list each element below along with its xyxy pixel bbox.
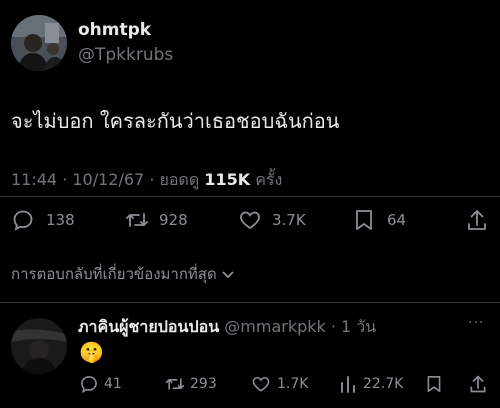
author-display-name[interactable]: ohmtpk — [78, 20, 151, 40]
bookmark-icon — [356, 210, 372, 230]
reply-views-button[interactable] — [339, 374, 357, 394]
reply-sort-label: การตอบกลับที่เกี่ยวข้องมากที่สุด — [11, 265, 217, 283]
chevron-down-icon — [221, 266, 235, 284]
reply-view-count: 22.7K — [363, 376, 404, 392]
bookmark-icon — [427, 375, 441, 392]
more-options-button[interactable]: ··· — [468, 315, 484, 331]
reply-icon — [13, 210, 33, 231]
reply-icon — [81, 376, 97, 394]
view-count: 115K — [204, 170, 251, 189]
reply-count: 138 — [46, 211, 75, 229]
reply-sort-dropdown[interactable]: การตอบกลับที่เกี่ยวข้องมากที่สุด — [11, 262, 235, 286]
reply-avatar[interactable] — [11, 318, 67, 374]
share-icon — [470, 375, 486, 393]
heart-icon — [240, 211, 260, 230]
bar-chart-icon — [341, 376, 355, 393]
reply-button[interactable] — [11, 208, 35, 232]
bookmark-button[interactable] — [354, 208, 374, 232]
reply-like-count: 1.7K — [277, 376, 309, 392]
retweet-icon — [126, 213, 148, 227]
retweet-count: 928 — [159, 211, 188, 229]
view-suffix: ครั้ง — [250, 170, 283, 189]
tweet-meta: 11:44 · 10/12/67 · ยอดดู 115K ครั้ง — [11, 168, 282, 193]
reply-retweet-count: 293 — [190, 376, 217, 392]
author-handle[interactable]: @Tpkkrubs — [78, 45, 173, 65]
tweet-text: จะไม่บอก ใครละกันว่าเธอชอบฉันก่อน — [11, 109, 340, 133]
retweet-button[interactable] — [124, 208, 150, 232]
author-avatar[interactable] — [11, 15, 67, 71]
tweet-time[interactable]: 11:44 · 10/12/67 · ยอดดู — [11, 170, 204, 189]
reply-display-name[interactable]: ภาคินผู้ชายปอนปอน — [78, 317, 219, 336]
reply-header: ภาคินผู้ชายปอนปอน @mmarkpkk · 1 วัน — [78, 315, 376, 340]
reply-handle-time[interactable]: @mmarkpkk · 1 วัน — [224, 317, 376, 336]
reply-text: 🤫 — [79, 340, 104, 364]
reply-bookmark-button[interactable] — [426, 374, 442, 394]
share-button[interactable] — [465, 207, 489, 233]
divider — [0, 302, 500, 303]
reply-reply-button[interactable] — [79, 374, 99, 394]
divider — [0, 196, 500, 197]
like-count: 3.7K — [272, 211, 306, 229]
reply-reply-count: 41 — [104, 376, 122, 392]
like-button[interactable] — [238, 208, 262, 232]
share-icon — [468, 210, 486, 230]
bookmark-count: 64 — [387, 211, 407, 229]
reply-like-button[interactable] — [251, 374, 271, 394]
reply-share-button[interactable] — [468, 373, 488, 395]
retweet-icon — [165, 378, 185, 390]
heart-icon — [252, 376, 270, 392]
reply-retweet-button[interactable] — [164, 374, 186, 394]
